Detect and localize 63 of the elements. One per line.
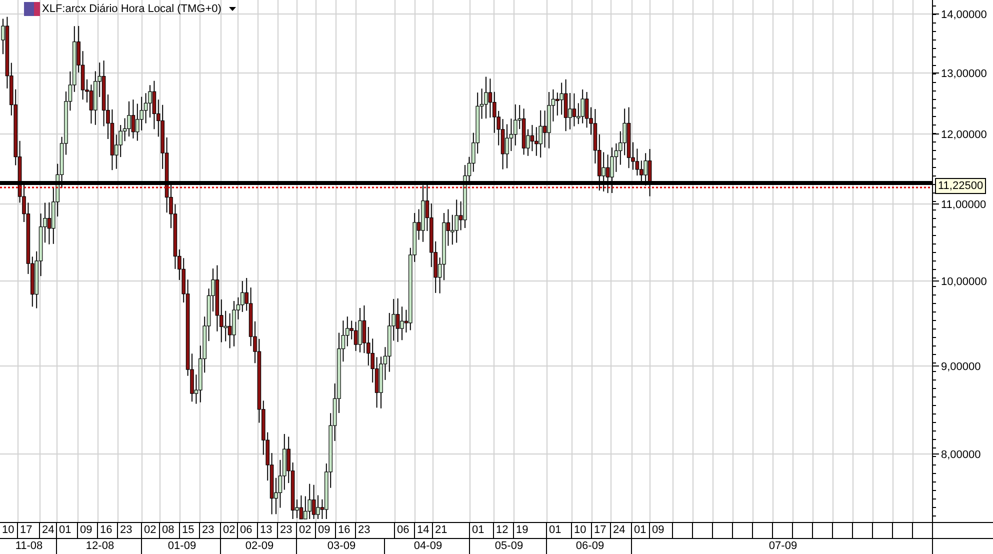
month-label: 11-08 [0, 538, 57, 554]
day-label: 14 [415, 522, 433, 538]
day-label: 10 [572, 522, 592, 538]
empty-date-cell [673, 522, 693, 538]
day-label: 09 [78, 522, 98, 538]
empty-date-cell [873, 522, 893, 538]
price-tag: 11,22500 [935, 178, 986, 194]
axis-label: 12,00000 [941, 129, 987, 141]
day-label: 23 [356, 522, 395, 538]
empty-date-cell [813, 522, 833, 538]
month-label: 02-09 [221, 538, 297, 554]
axis-label: 14,00000 [941, 9, 987, 21]
day-label: 08 [160, 522, 180, 538]
day-label: 24 [40, 522, 57, 538]
empty-date-cell [893, 522, 913, 538]
axis-label: 9,00000 [941, 361, 981, 373]
day-label: 02 [221, 522, 238, 538]
day-label: 16 [336, 522, 356, 538]
month-label: 01-09 [142, 538, 221, 554]
day-label: 02 [297, 522, 316, 538]
day-label: 10 [0, 522, 18, 538]
day-label: 23 [200, 522, 221, 538]
empty-date-cell [853, 522, 873, 538]
day-label: 24 [611, 522, 632, 538]
chart-title: XLF:arcx Diário Hora Local (TMG+0) [42, 3, 222, 15]
dropdown-caret-icon[interactable] [229, 7, 236, 11]
axis-label: 10,00000 [941, 276, 987, 288]
day-label: 06 [395, 522, 415, 538]
day-label: 21 [433, 522, 470, 538]
empty-date-cell [793, 522, 813, 538]
axis-label: 13,00000 [941, 68, 987, 80]
month-label: 05-09 [470, 538, 547, 554]
empty-date-cell [713, 522, 733, 538]
day-label: 09 [316, 522, 336, 538]
day-label: 12 [494, 522, 514, 538]
month-label: 06-09 [547, 538, 632, 554]
day-label: 15 [180, 522, 200, 538]
axis-label: 8,00000 [941, 449, 981, 461]
day-label: 01 [470, 522, 494, 538]
empty-date-cell [773, 522, 793, 538]
month-label: 03-09 [297, 538, 385, 554]
month-label: 12-08 [57, 538, 142, 554]
day-label: 16 [98, 522, 118, 538]
day-label: 09 [650, 522, 673, 538]
day-label: 17 [18, 522, 40, 538]
empty-date-cell [733, 522, 753, 538]
day-label: 01 [632, 522, 650, 538]
day-label: 23 [278, 522, 297, 538]
day-label: 02 [142, 522, 160, 538]
day-label: 01 [57, 522, 78, 538]
empty-date-cell [753, 522, 773, 538]
app-logo-icon [24, 2, 40, 16]
day-label: 23 [118, 522, 142, 538]
day-label: 06 [238, 522, 258, 538]
day-label: 19 [514, 522, 547, 538]
month-label: 07-09 [632, 538, 933, 554]
day-label: 13 [258, 522, 278, 538]
axis-label: 11,00000 [941, 199, 986, 211]
empty-date-cell [693, 522, 713, 538]
month-label: 04-09 [385, 538, 470, 554]
day-label: 17 [592, 522, 611, 538]
day-label: 01 [547, 522, 572, 538]
empty-date-cell [833, 522, 853, 538]
